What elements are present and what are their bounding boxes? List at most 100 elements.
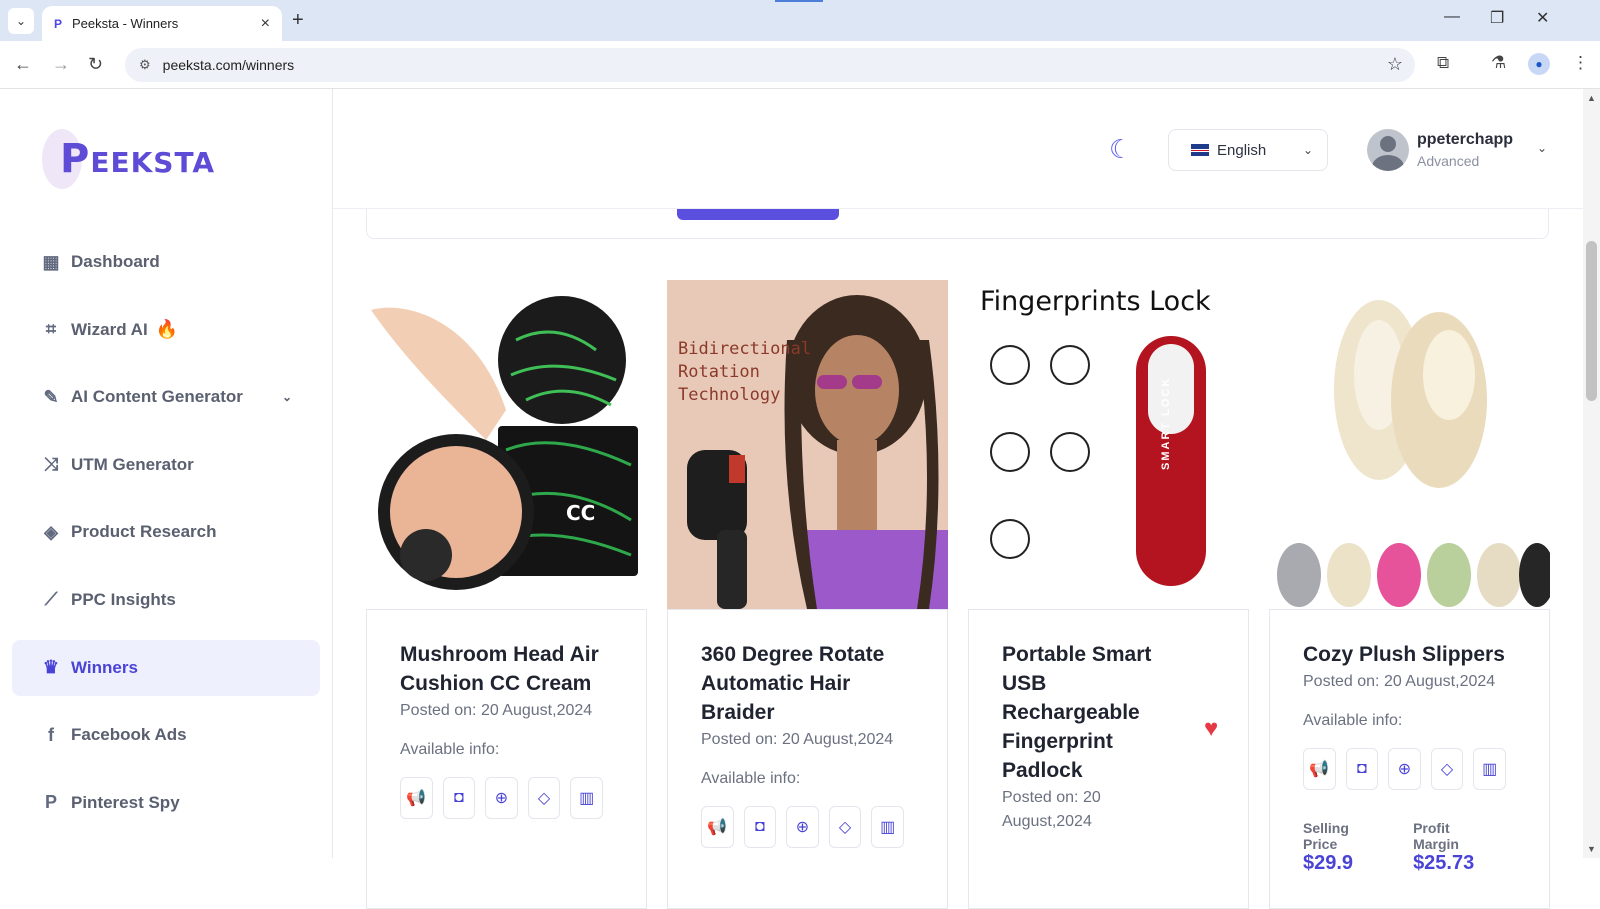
megaphone-icon[interactable]: 📢 bbox=[701, 806, 734, 848]
scroll-up-icon[interactable]: ▲ bbox=[1587, 93, 1596, 103]
language-value: English bbox=[1217, 141, 1267, 159]
sidebar-item-winners[interactable]: ♛ Winners bbox=[12, 639, 320, 696]
bar-chart-icon[interactable]: ▥ bbox=[570, 777, 603, 819]
peeksta-logo[interactable]: PEEKSTA bbox=[42, 129, 215, 189]
info-icon-row: 📢 ◘ ⊕ ◇ ▥ bbox=[1303, 748, 1516, 790]
sidebar-item-label: PPC Insights bbox=[71, 589, 176, 609]
posted-date: Posted on: 20 August,2024 bbox=[1303, 673, 1496, 690]
dashboard-icon: ▦ bbox=[42, 251, 60, 272]
product-card[interactable]: Bidirectional Rotation Technology 360 De… bbox=[667, 280, 948, 909]
megaphone-icon[interactable]: 📢 bbox=[400, 777, 433, 819]
price-tag-icon[interactable]: ◇ bbox=[1430, 748, 1464, 790]
product-card-body: Mushroom Head Air Cushion CC Cream Poste… bbox=[366, 609, 647, 909]
tab-search-button[interactable]: ⌄ bbox=[8, 8, 34, 34]
shopping-bag-icon[interactable]: ◘ bbox=[1345, 748, 1379, 790]
sidebar-item-pinterest-spy[interactable]: P Pinterest Spy bbox=[12, 775, 320, 831]
profit-margin-label: Profit Margin bbox=[1413, 820, 1459, 852]
restore-icon[interactable]: ❐ bbox=[1490, 8, 1504, 28]
window-close-icon[interactable]: ✕ bbox=[1536, 8, 1549, 28]
price-tag-icon[interactable]: ◇ bbox=[527, 777, 561, 819]
bookmark-star-icon[interactable]: ☆ bbox=[1387, 54, 1403, 75]
selling-price-label: Selling Price bbox=[1303, 820, 1349, 852]
product-title[interactable]: Mushroom Head Air Cushion CC Cream bbox=[400, 640, 613, 698]
favorite-heart-icon[interactable]: ♥ bbox=[1204, 715, 1218, 743]
product-title[interactable]: 360 Degree Rotate Automatic Hair Braider bbox=[701, 640, 914, 727]
magic-wand-icon: ✎ bbox=[43, 386, 59, 407]
scrollbar-thumb[interactable] bbox=[1586, 241, 1597, 401]
scroll-down-icon[interactable]: ▼ bbox=[1587, 844, 1596, 854]
sidebar-item-label: Product Research bbox=[71, 522, 217, 542]
product-title[interactable]: Cozy Plush Slippers bbox=[1303, 640, 1516, 669]
target-icon[interactable]: ⊕ bbox=[786, 806, 819, 848]
browser-menu-icon[interactable]: ⋮ bbox=[1572, 53, 1589, 73]
product-card[interactable]: Cozy Plush Slippers Posted on: 20 August… bbox=[1269, 280, 1550, 909]
price-tag-icon[interactable]: ◇ bbox=[828, 806, 862, 848]
sidebar-menu: ▦ Dashboard ⌗ Wizard AI 🔥 ✎ AI Content G… bbox=[12, 234, 320, 842]
user-name: ppeterchapp bbox=[1417, 131, 1514, 148]
sidebar-item-product-research[interactable]: ◈ Product Research bbox=[12, 504, 320, 560]
chevron-down-icon: ⌄ bbox=[1302, 143, 1313, 157]
chevron-down-icon: ⌄ bbox=[15, 14, 27, 28]
product-image[interactable] bbox=[1269, 280, 1550, 609]
bar-chart-icon[interactable]: ▥ bbox=[1473, 748, 1506, 790]
product-image[interactable]: Bidirectional Rotation Technology bbox=[667, 280, 948, 609]
apply-filter-button[interactable] bbox=[677, 209, 839, 220]
forward-icon[interactable]: → bbox=[52, 54, 70, 75]
shopping-bag-icon[interactable]: ◘ bbox=[743, 806, 777, 848]
back-icon[interactable]: ← bbox=[14, 54, 32, 75]
available-info-label: Available info: bbox=[701, 770, 801, 787]
target-icon[interactable]: ⊕ bbox=[485, 777, 518, 819]
product-title[interactable]: Portable Smart USB Rechargeable Fingerpr… bbox=[1002, 640, 1172, 785]
sidebar-item-label: Wizard AI bbox=[71, 319, 148, 339]
trophy-icon: ♛ bbox=[42, 657, 60, 678]
language-select[interactable]: English ⌄ bbox=[1168, 129, 1328, 171]
product-card-body: Portable Smart USB Rechargeable Fingerpr… bbox=[968, 609, 1249, 909]
url-field[interactable]: ⚙ peeksta.com/winners ☆ bbox=[125, 48, 1415, 82]
top-header: ☾ English ⌄ ppeterchapp Advanced ⌄ bbox=[333, 89, 1583, 209]
filter-panel bbox=[366, 209, 1549, 239]
pinterest-icon: P bbox=[44, 792, 57, 813]
available-info-label: Available info: bbox=[400, 741, 500, 758]
favicon: P bbox=[54, 16, 63, 31]
tab-strip-indicator bbox=[775, 0, 823, 2]
chevron-down-icon[interactable]: ⌄ bbox=[1537, 141, 1547, 155]
profile-avatar-icon[interactable]: ● bbox=[1528, 53, 1550, 75]
sidebar-item-facebook-ads[interactable]: f Facebook Ads bbox=[12, 707, 320, 763]
site-info-icon[interactable]: ⚙ bbox=[139, 57, 151, 73]
sidebar-item-dashboard[interactable]: ▦ Dashboard bbox=[12, 234, 320, 290]
address-bar: ← → ↻ ⚙ peeksta.com/winners ☆ ⧉ ⚗ ● ⋮ bbox=[0, 41, 1600, 89]
browser-tab[interactable]: P Peeksta - Winners × bbox=[42, 6, 282, 41]
sidebar: PEEKSTA ▦ Dashboard ⌗ Wizard AI 🔥 ✎ AI C… bbox=[0, 89, 333, 858]
megaphone-icon[interactable]: 📢 bbox=[1303, 748, 1336, 790]
close-tab-icon[interactable]: × bbox=[261, 15, 270, 33]
new-tab-button[interactable]: + bbox=[292, 9, 304, 32]
svg-text:CC: CC bbox=[566, 501, 595, 525]
dark-mode-toggle-icon[interactable]: ☾ bbox=[1109, 134, 1132, 165]
sidebar-item-utm-generator[interactable]: ⤨ UTM Generator bbox=[12, 437, 320, 493]
minimize-icon[interactable]: — bbox=[1444, 8, 1460, 26]
shuffle-icon: ⤨ bbox=[43, 454, 59, 475]
labs-flask-icon[interactable]: ⚗ bbox=[1491, 53, 1506, 73]
posted-date: Posted on: 20 August,2024 bbox=[400, 702, 593, 719]
sidebar-item-label: Winners bbox=[71, 657, 138, 677]
product-image[interactable]: CC bbox=[366, 280, 647, 609]
product-card[interactable]: CC Mushroom Head Air Cushion CC Cream Po… bbox=[366, 280, 647, 909]
extensions-icon[interactable]: ⧉ bbox=[1437, 53, 1449, 73]
sidebar-item-ppc-insights[interactable]: ⟋ PPC Insights bbox=[12, 572, 320, 628]
shopping-bag-icon[interactable]: ◘ bbox=[442, 777, 476, 819]
product-image[interactable]: Fingerprints Lock SMART LOCK bbox=[968, 280, 1249, 609]
chevron-down-icon[interactable]: ⌄ bbox=[282, 390, 292, 404]
page-scrollbar[interactable]: ▲ ▼ bbox=[1583, 89, 1600, 858]
fire-icon: 🔥 bbox=[155, 319, 179, 340]
sidebar-item-wizard-ai[interactable]: ⌗ Wizard AI 🔥 bbox=[12, 302, 320, 358]
selling-price-value: $29.9 bbox=[1303, 852, 1354, 874]
target-icon[interactable]: ⊕ bbox=[1388, 748, 1421, 790]
sidebar-item-label: Dashboard bbox=[71, 252, 160, 271]
product-card[interactable]: Fingerprints Lock SMART LOCK Portable Sm… bbox=[968, 280, 1249, 909]
tab-title: Peeksta - Winners bbox=[72, 16, 179, 31]
user-menu[interactable]: ppeterchapp Advanced ⌄ bbox=[1367, 129, 1547, 171]
reload-icon[interactable]: ↻ bbox=[88, 54, 103, 75]
bar-chart-icon[interactable]: ▥ bbox=[871, 806, 904, 848]
available-info-label: Available info: bbox=[1303, 712, 1403, 729]
sidebar-item-ai-content-generator[interactable]: ✎ AI Content Generator ⌄ bbox=[12, 369, 320, 425]
